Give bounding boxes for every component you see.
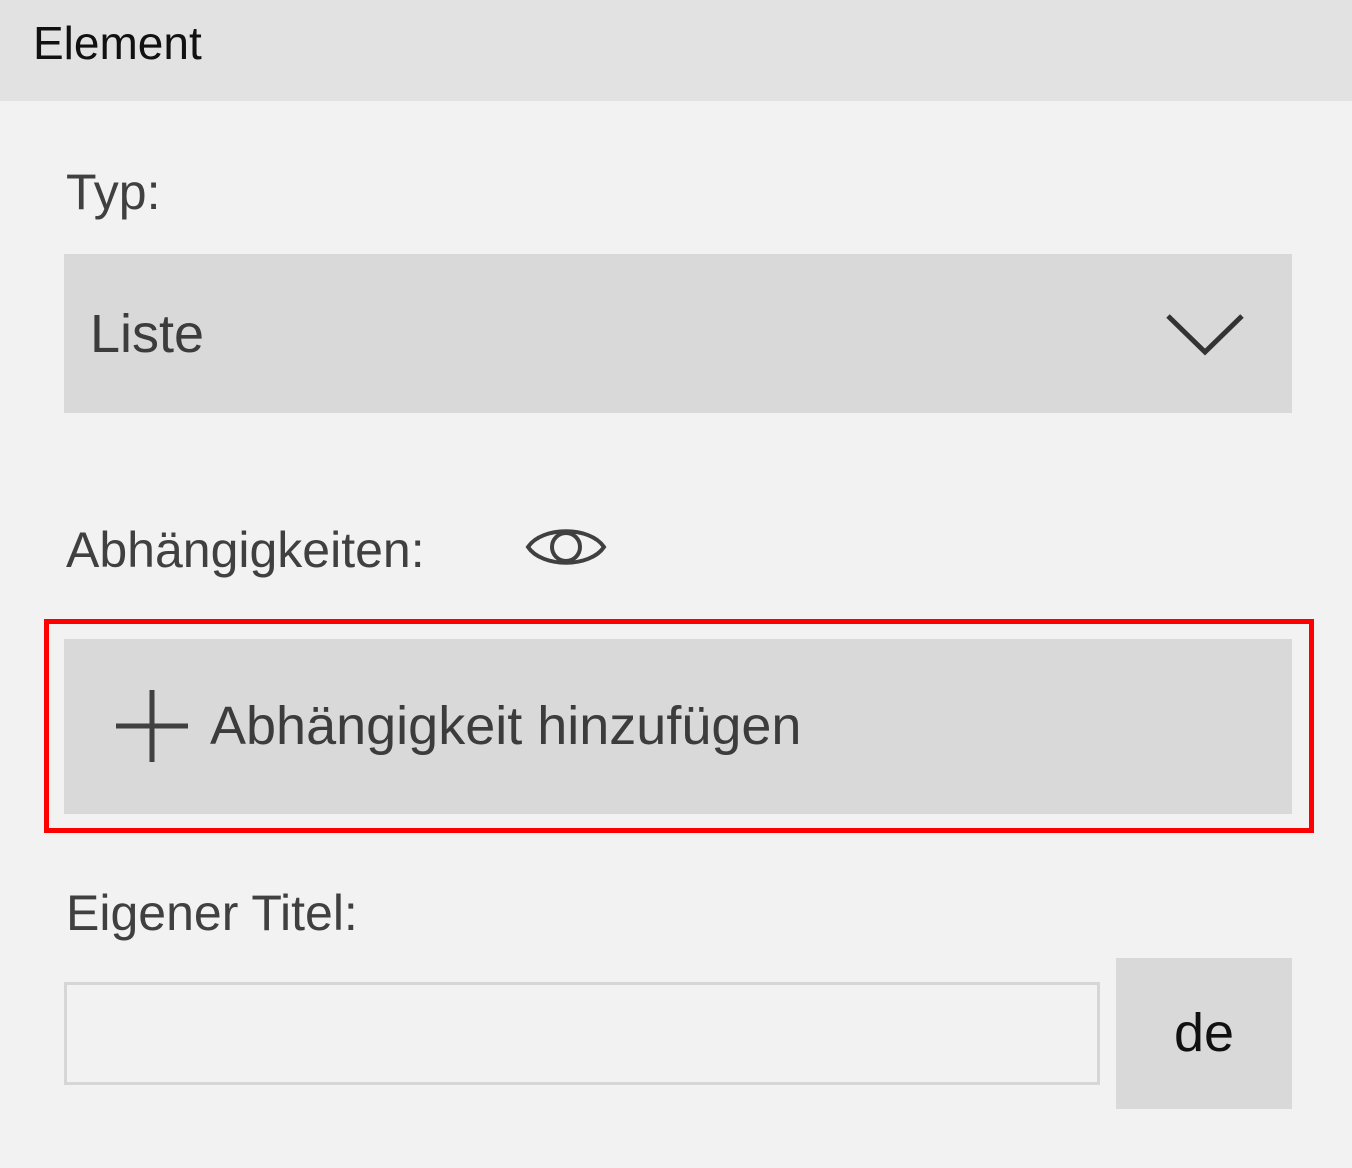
panel-header: Element [0,0,1352,101]
chevron-down-icon[interactable] [1164,310,1246,360]
panel-title: Element [33,17,202,69]
language-button-label: de [1173,1003,1235,1063]
type-label: Typ: [66,164,161,220]
type-select-value: Liste [90,304,205,364]
add-dependency-label: Abhängigkeit hinzufügen [210,696,802,756]
dependencies-label: Abhängigkeiten: [66,522,425,578]
type-select[interactable]: Liste [64,254,1292,413]
custom-title-input[interactable] [64,982,1100,1085]
language-button[interactable]: de [1116,958,1292,1109]
custom-title-label: Eigener Titel: [66,885,358,941]
plus-icon [116,690,188,762]
eye-icon[interactable] [524,518,608,576]
